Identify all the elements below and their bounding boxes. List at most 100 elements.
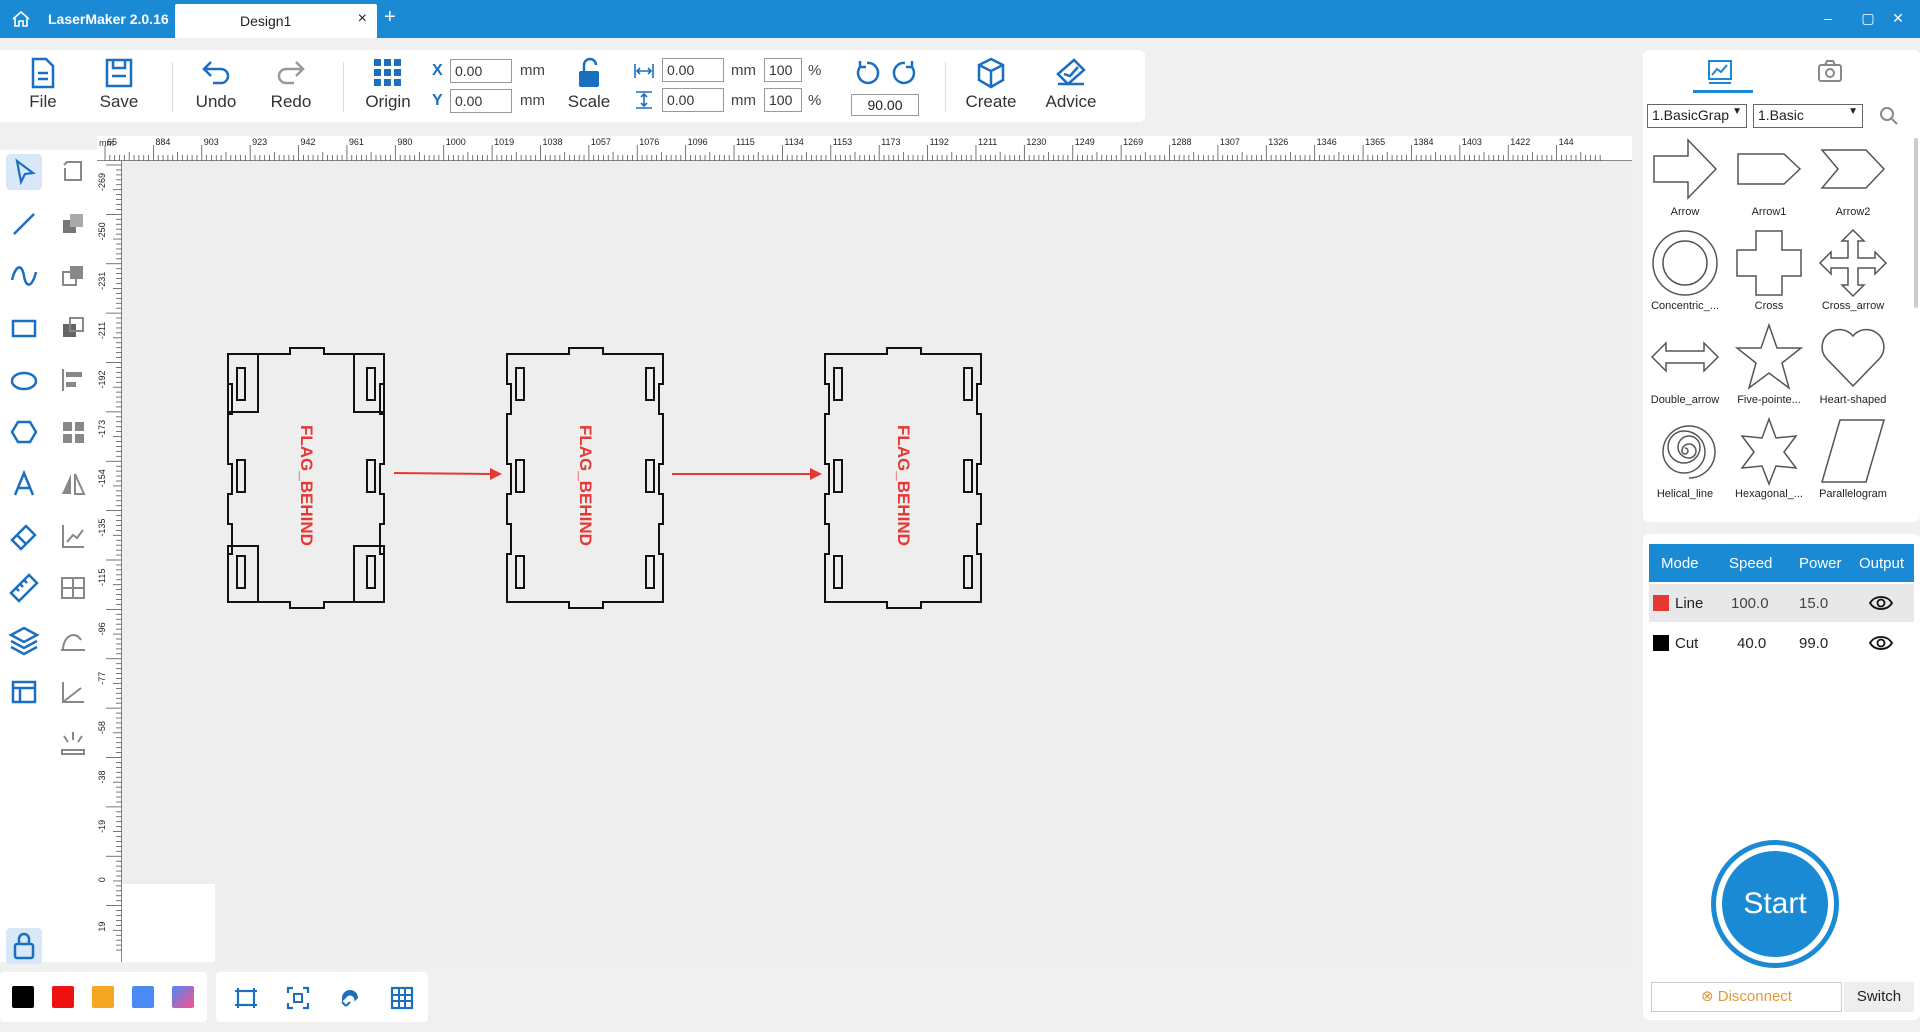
text-tool[interactable] — [6, 466, 42, 502]
width-input[interactable]: 0.00 — [662, 58, 724, 82]
red-arrow-2[interactable] — [672, 468, 822, 480]
file-button[interactable]: File — [10, 56, 76, 120]
path-tool[interactable] — [55, 674, 91, 710]
close-window-button[interactable]: ✕ — [1888, 10, 1908, 27]
restore-button[interactable]: ▢ — [1858, 10, 1878, 27]
select-tool[interactable] — [6, 154, 42, 190]
fit-frame-icon[interactable] — [232, 984, 260, 1012]
design-canvas[interactable]: FLAG_BEHIND FLAG_BEHIND FLAG_BEHIND — [122, 161, 1632, 962]
chart-tool[interactable] — [55, 518, 91, 554]
height-input[interactable]: 0.00 — [662, 88, 724, 112]
line-tool[interactable] — [6, 206, 42, 242]
shape-double-arrow[interactable]: Double_arrow — [1643, 322, 1727, 414]
ellipse-tool[interactable] — [6, 362, 42, 398]
lock-tool[interactable] — [6, 928, 42, 964]
shape-hexagonal-star[interactable]: Hexagonal_... — [1727, 416, 1811, 508]
rectangle-tool[interactable] — [6, 310, 42, 346]
array-tool[interactable] — [55, 414, 91, 450]
rectangle-icon — [11, 319, 37, 338]
subcategory-select[interactable]: 1.Basic ▼ — [1753, 104, 1863, 128]
tab-design1[interactable]: Design1 × — [175, 4, 377, 38]
red-arrow-1[interactable] — [393, 468, 502, 480]
box-part-1[interactable]: FLAG_BEHIND — [227, 347, 385, 609]
stamp-tool[interactable] — [55, 622, 91, 658]
swatch-black[interactable] — [12, 986, 34, 1008]
ruler-top-label: 1269 — [1123, 137, 1143, 147]
width-percent-input[interactable]: 100 — [764, 58, 802, 82]
undo-button[interactable]: Undo — [183, 56, 249, 120]
layer-power[interactable]: 99.0 — [1799, 635, 1828, 652]
ruler-left-label: -192 — [97, 370, 107, 388]
category-select[interactable]: 1.BasicGrap ▼ — [1647, 104, 1747, 128]
combine-icon — [63, 214, 83, 233]
shape-arrow1[interactable]: Arrow1 — [1727, 134, 1811, 226]
layer-speed[interactable]: 40.0 — [1737, 635, 1766, 652]
magnet-icon[interactable] — [336, 984, 364, 1012]
create-button[interactable]: Create — [958, 56, 1024, 120]
swatch-blue[interactable] — [132, 986, 154, 1008]
table-icon — [11, 680, 37, 704]
shape-cross-arrow[interactable]: Cross_arrow — [1811, 228, 1895, 320]
curve-tool[interactable] — [6, 258, 42, 294]
rotate-angle-input[interactable]: 90.00 — [851, 94, 919, 116]
start-button[interactable]: Start — [1711, 840, 1839, 968]
swatch-gradient[interactable] — [172, 986, 194, 1008]
layer-row-cut[interactable]: Cut 40.0 99.0 — [1649, 624, 1914, 662]
shape-arrow2[interactable]: Arrow2 — [1811, 134, 1895, 226]
shape-five-star[interactable]: Five-pointe... — [1727, 322, 1811, 414]
polygon-tool[interactable] — [6, 414, 42, 450]
layout-tool[interactable] — [55, 570, 91, 606]
shape-helical-line[interactable]: Helical_line — [1643, 416, 1727, 508]
layer-power[interactable]: 15.0 — [1799, 595, 1828, 612]
eye-icon[interactable] — [1869, 594, 1893, 612]
copy-tool[interactable] — [55, 258, 91, 294]
grid-icon[interactable] — [388, 984, 416, 1012]
shape-parallelogram[interactable]: Parallelogram — [1811, 416, 1895, 508]
disconnect-button[interactable]: ⊗ Disconnect — [1651, 982, 1842, 1012]
box-part-2[interactable]: FLAG_BEHIND — [506, 347, 664, 609]
layers-tool[interactable] — [6, 622, 42, 658]
eraser-tool[interactable] — [6, 518, 42, 554]
height-percent-input[interactable]: 100 — [764, 88, 802, 112]
ruler-top-label: 1249 — [1075, 137, 1095, 147]
layer-speed[interactable]: 100.0 — [1731, 595, 1769, 612]
shape-cross[interactable]: Cross — [1727, 228, 1811, 320]
ruler-icon — [9, 573, 39, 603]
x-input[interactable]: 0.00 — [450, 59, 512, 83]
shape-arrow[interactable]: Arrow — [1643, 134, 1727, 226]
library-scrollbar[interactable] — [1914, 138, 1918, 308]
redo-button[interactable]: Redo — [258, 56, 324, 120]
scale-lock-button[interactable]: Scale — [556, 56, 622, 120]
graphics-library-tab-icon[interactable] — [1705, 56, 1735, 86]
swatch-orange[interactable] — [92, 986, 114, 1008]
node-edit-tool[interactable] — [55, 154, 91, 190]
camera-tab-icon[interactable] — [1815, 56, 1845, 86]
switch-button[interactable]: Switch — [1844, 982, 1914, 1012]
save-button[interactable]: Save — [86, 56, 152, 120]
home-icon[interactable] — [10, 9, 32, 29]
group-tool[interactable] — [55, 310, 91, 346]
align-tool[interactable] — [55, 362, 91, 398]
y-input[interactable]: 0.00 — [450, 89, 512, 113]
rotate-ccw-icon[interactable] — [852, 58, 882, 88]
layer-row-line[interactable]: Line 100.0 15.0 — [1649, 584, 1914, 622]
combine-tool[interactable] — [55, 206, 91, 242]
light-tool[interactable] — [55, 726, 91, 762]
box-part-3[interactable]: FLAG_BEHIND — [824, 347, 982, 609]
shape-concentric[interactable]: Concentric_... — [1643, 228, 1727, 320]
mirror-tool[interactable] — [55, 466, 91, 502]
header-mode: Mode — [1661, 555, 1699, 572]
shape-heart[interactable]: Heart-shaped — [1811, 322, 1895, 414]
focus-icon[interactable] — [284, 984, 312, 1012]
advice-button[interactable]: Advice — [1038, 56, 1104, 120]
table-tool[interactable] — [6, 674, 42, 710]
search-icon[interactable] — [1879, 106, 1899, 126]
eye-icon[interactable] — [1869, 634, 1893, 652]
swatch-red[interactable] — [52, 986, 74, 1008]
new-tab-button[interactable]: + — [384, 6, 396, 29]
measure-tool[interactable] — [6, 570, 42, 606]
tab-close-button[interactable]: × — [358, 10, 367, 28]
origin-button[interactable]: Origin — [355, 56, 421, 120]
minimize-button[interactable]: – — [1818, 10, 1838, 26]
rotate-cw-icon[interactable] — [890, 58, 920, 88]
